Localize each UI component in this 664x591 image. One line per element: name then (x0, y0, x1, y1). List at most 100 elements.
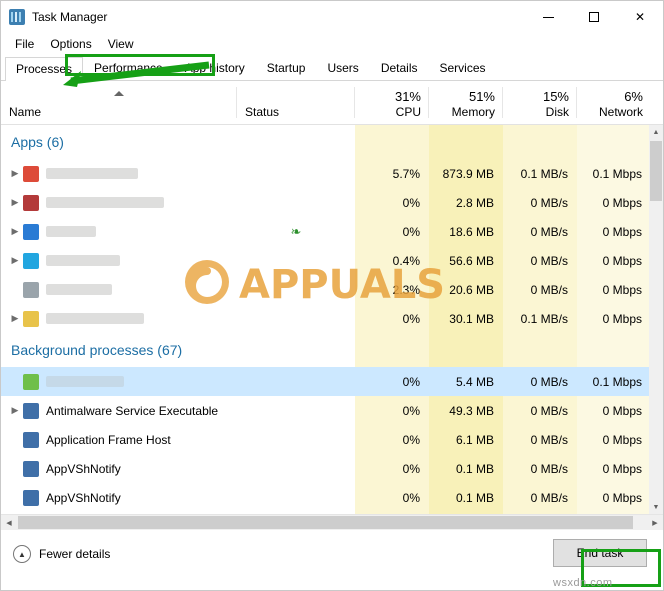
row-cpu-cell: 0% (402, 432, 420, 447)
chevron-up-circle-icon: ▲ (13, 545, 31, 563)
menu-file[interactable]: File (7, 35, 42, 53)
row-name-cell (1, 281, 237, 298)
table-row[interactable]: ▶ 5.7% 873.9 MB 0.1 MB/s 0.1 Mbps (1, 159, 663, 188)
scroll-left-button[interactable]: ◀ (1, 515, 17, 530)
row-disk-cell: 0 MB/s (530, 224, 568, 239)
task-manager-icon (9, 8, 25, 25)
process-name (46, 168, 138, 179)
table-row[interactable]: ▶ 0% 30.1 MB 0.1 MB/s 0 Mbps (1, 304, 663, 333)
tab-users[interactable]: Users (316, 56, 369, 80)
maximize-button[interactable] (571, 1, 617, 33)
scroll-up-button[interactable]: ▲ (649, 125, 663, 139)
tab-performance[interactable]: Performance (83, 56, 174, 80)
vertical-scrollbar[interactable]: ▲ ▼ (649, 125, 663, 514)
group-header-background-processes[interactable]: Background processes (67) (1, 333, 663, 367)
row-disk-cell: 0 MB/s (530, 253, 568, 268)
column-header-network-label: Network (598, 105, 643, 119)
row-disk-cell: 0 MB/s (530, 403, 568, 418)
row-disk-cell: 0 MB/s (530, 195, 568, 210)
row-memory-cell: 49.3 MB (449, 403, 494, 418)
column-header-cpu[interactable]: 31% CPU (355, 81, 429, 124)
chevron-right-icon[interactable]: ▶ (7, 405, 23, 416)
row-network-cell: 0.1 Mbps (592, 374, 642, 389)
row-network-cell: 0 Mbps (602, 253, 642, 268)
scroll-down-button[interactable]: ▼ (649, 500, 663, 514)
chevron-right-icon[interactable]: ▶ (7, 255, 23, 266)
vertical-scroll-thumb[interactable] (650, 141, 662, 201)
tab-startup[interactable]: Startup (256, 56, 317, 80)
tab-details[interactable]: Details (370, 56, 429, 80)
row-name-cell: ▶ (1, 223, 237, 240)
column-header-disk-label: Disk (545, 105, 569, 119)
column-header-network[interactable]: 6% Network (577, 81, 651, 124)
row-disk-cell: 0 MB/s (530, 432, 568, 447)
app-icon (23, 252, 39, 269)
disk-usage-percent: 15% (542, 89, 569, 104)
table-row[interactable]: AppVShNotify 0% 0.1 MB 0 MB/s 0 Mbps (1, 483, 663, 512)
row-memory-cell: 18.6 MB (449, 224, 494, 239)
table-row[interactable]: 2.3% 20.6 MB 0 MB/s 0 Mbps (1, 275, 663, 304)
horizontal-scroll-thumb[interactable] (18, 516, 633, 529)
table-row[interactable]: ▶ 0.4% 56.6 MB 0 MB/s 0 Mbps (1, 246, 663, 275)
app-icon (23, 223, 39, 240)
row-disk-cell: 0 MB/s (530, 461, 568, 476)
column-header-name-label: Name (9, 105, 42, 119)
row-cpu-cell: 0% (402, 224, 420, 239)
row-cpu-cell: 0% (402, 195, 420, 210)
row-name-cell: AppVShNotify (1, 489, 237, 506)
column-header-name[interactable]: Name (1, 81, 237, 124)
close-button[interactable]: ✕ (617, 1, 663, 33)
tab-app-history[interactable]: App history (174, 56, 256, 80)
table-row[interactable]: ▶ Antimalware Service Executable 0% 49.3… (1, 396, 663, 425)
row-name-cell: Application Frame Host (1, 431, 237, 448)
fewer-details-button[interactable]: ▲ Fewer details (13, 545, 110, 563)
row-network-cell: 0 Mbps (602, 490, 642, 505)
tab-processes[interactable]: Processes (5, 57, 84, 81)
process-name: Application Frame Host (46, 432, 171, 447)
process-name (46, 376, 124, 387)
row-cpu-cell: 0% (402, 403, 420, 418)
scroll-right-button[interactable]: ▶ (647, 515, 663, 530)
row-disk-cell: 0 MB/s (530, 282, 568, 297)
chevron-right-icon[interactable]: ▶ (7, 226, 23, 237)
row-status-cell: ❧ (237, 224, 355, 240)
row-name-cell: ▶ (1, 252, 237, 269)
process-list[interactable]: Apps (6) ▶ 5.7% 873.9 MB 0.1 MB/s 0.1 Mb… (1, 125, 663, 514)
table-row[interactable]: AppVShNotify 0% 0.1 MB 0 MB/s 0 Mbps (1, 454, 663, 483)
tab-services[interactable]: Services (429, 56, 497, 80)
process-name (46, 313, 144, 324)
row-memory-cell: 30.1 MB (449, 311, 494, 326)
row-memory-cell: 20.6 MB (449, 282, 494, 297)
table-row[interactable]: Application Frame Host 0% 6.1 MB 0 MB/s … (1, 425, 663, 454)
fewer-details-label: Fewer details (39, 547, 111, 561)
process-name: AppVShNotify (46, 490, 121, 505)
row-cpu-cell: 0% (402, 374, 420, 389)
row-memory-cell: 5.4 MB (455, 374, 494, 389)
row-name-cell: ▶ Antimalware Service Executable (1, 402, 237, 419)
row-name-cell: ▶ (1, 165, 237, 182)
table-row[interactable]: ▶ ❧ 0% 18.6 MB 0 MB/s 0 Mbps (1, 217, 663, 246)
memory-usage-percent: 51% (468, 89, 495, 104)
column-header-disk[interactable]: 15% Disk (503, 81, 577, 124)
column-header-memory-label: Memory (451, 105, 495, 119)
column-header-status[interactable]: Status (237, 81, 355, 124)
chevron-right-icon[interactable]: ▶ (7, 197, 23, 208)
minimize-button[interactable] (525, 1, 571, 33)
row-disk-cell: 0 MB/s (530, 374, 568, 389)
horizontal-scrollbar[interactable]: ◀ ▶ (1, 514, 663, 530)
menu-options[interactable]: Options (42, 35, 99, 53)
table-row[interactable]: 0% 5.4 MB 0 MB/s 0.1 Mbps (1, 367, 663, 396)
menu-view[interactable]: View (100, 35, 142, 53)
column-header-cpu-label: CPU (395, 105, 421, 119)
row-name-cell: ▶ (1, 310, 237, 327)
column-header-memory[interactable]: 51% Memory (429, 81, 503, 124)
chevron-right-icon[interactable]: ▶ (7, 168, 23, 179)
chevron-right-icon[interactable]: ▶ (7, 313, 23, 324)
row-memory-cell: 0.1 MB (455, 461, 494, 476)
table-row[interactable]: ▶ 0% 2.8 MB 0 MB/s 0 Mbps (1, 188, 663, 217)
end-task-button[interactable]: End task (553, 539, 647, 567)
process-name (46, 255, 120, 266)
row-network-cell: 0 Mbps (602, 224, 642, 239)
row-cpu-cell: 0% (402, 311, 420, 326)
group-header-apps[interactable]: Apps (6) (1, 125, 663, 159)
